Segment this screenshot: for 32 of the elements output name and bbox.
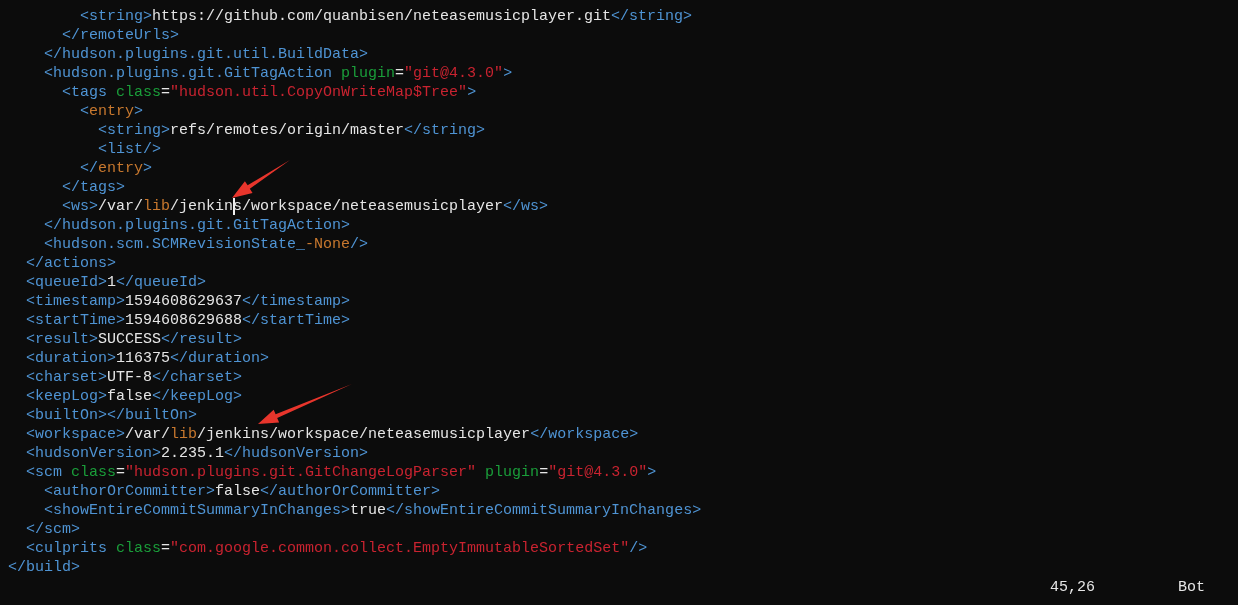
code-line: </hudson.plugins.git.util.BuildData> (43, 45, 369, 64)
code-line: <showEntireCommitSummaryInChanges>true</showEntireCommitSummaryInChanges> (43, 501, 702, 520)
code-line: <hudson.scm.SCMRevisionState_-None/> (43, 235, 369, 254)
code-line: </remoteUrls> (61, 26, 180, 45)
code-line: <charset>UTF-8</charset> (25, 368, 243, 387)
code-line: <string>refs/remotes/origin/master</string> (97, 121, 486, 140)
code-line: <scm class="hudson.plugins.git.GitChangeLogParser" plugin="git@4.3.0"> (25, 463, 657, 482)
cursor-position: 45,26 (1049, 578, 1095, 597)
code-line: </tags> (61, 178, 126, 197)
code-line: </build> (8, 558, 80, 577)
code-line: <hudson.plugins.git.GitTagAction plugin="git@4.3.0"> (43, 64, 513, 83)
code-line: </actions> (25, 254, 117, 273)
code-line: <timestamp>1594608629637</timestamp> (25, 292, 351, 311)
code-line: <string>https://github.com/quanbisen/neteasemusicplayer.git</string> (79, 7, 693, 26)
code-line: <authorOrCommitter>false</authorOrCommitter> (43, 482, 441, 501)
code-line: <culprits class="com.google.common.collect.EmptyImmutableSortedSet"/> (25, 539, 648, 558)
code-line: <queueId>1</queueId> (25, 273, 207, 292)
code-line: <result>SUCCESS</result> (25, 330, 243, 349)
code-line: <workspace>/var/lib/jenkins/workspace/neteasemusicplayer</workspace> (25, 425, 639, 444)
code-line: <list/> (97, 140, 162, 159)
code-line: </entry> (79, 159, 153, 178)
code-line: <tags class="hudson.util.CopyOnWriteMap$Tree"> (61, 83, 477, 102)
annotation-arrow (232, 160, 290, 198)
code-line: <builtOn></builtOn> (25, 406, 198, 425)
code-line: </scm> (25, 520, 80, 539)
scroll-position: Bot (1178, 578, 1205, 597)
code-line: <hudsonVersion>2.235.1</hudsonVersion> (25, 444, 369, 463)
code-line: </hudson.plugins.git.GitTagAction> (43, 216, 351, 235)
code-line: <duration>116375</duration> (25, 349, 270, 368)
code-line: <keepLog>false</keepLog> (25, 387, 243, 406)
code-line: <entry> (79, 102, 144, 121)
code-line: <startTime>1594608629688</startTime> (25, 311, 351, 330)
